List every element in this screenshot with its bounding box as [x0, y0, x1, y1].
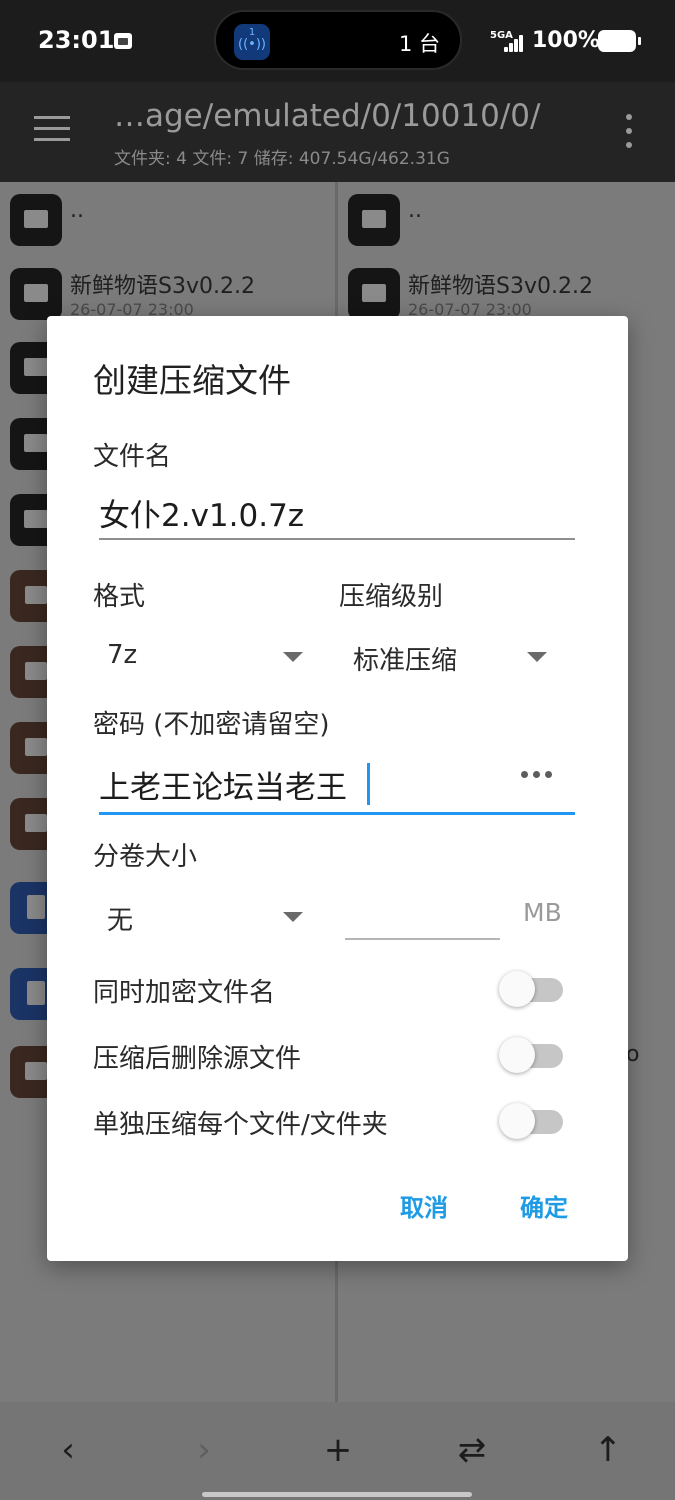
confirm-button[interactable]: 确定 [520, 1188, 568, 1223]
add-icon[interactable]: + [316, 1428, 360, 1472]
folder-icon [348, 268, 400, 320]
format-select[interactable]: 7z [103, 636, 307, 680]
battery-percent: 100% [532, 28, 600, 53]
delete-source-toggle[interactable] [499, 1034, 563, 1074]
split-size-label: 分卷大小 [93, 842, 198, 872]
status-bar: 23:01 1 ((•)) 1 台 5GA 100% [0, 0, 675, 82]
split-unit: MB [523, 898, 562, 927]
split-select[interactable]: 无 [103, 896, 307, 940]
home-indicator[interactable] [202, 1492, 472, 1497]
bottom-toolbar: ‹ › + ⇄ ↑ [0, 1402, 675, 1500]
file-row[interactable]: .. [0, 182, 335, 258]
filename-label: 文件名 [93, 442, 172, 472]
notification-icon [114, 33, 132, 49]
password-underline [99, 812, 575, 815]
file-name: .. [70, 198, 84, 223]
dialog-title: 创建压缩文件 [93, 361, 291, 400]
chevron-down-icon [283, 912, 303, 922]
dynamic-island[interactable]: 1 ((•)) 1 台 [214, 10, 462, 70]
folder-icon [10, 268, 62, 320]
chevron-down-icon [527, 652, 547, 662]
file-name: 新鲜物语S3v0.2.2 [70, 274, 255, 299]
split-value: 无 [107, 906, 134, 936]
compression-level-select[interactable]: 标准压缩 [349, 636, 553, 680]
up-directory-icon[interactable]: ↑ [586, 1428, 630, 1472]
truncated-file-text: o [626, 1042, 640, 1067]
folder-icon [348, 194, 400, 246]
format-label: 格式 [93, 582, 146, 612]
chevron-down-icon [283, 652, 303, 662]
encrypt-filenames-toggle[interactable] [499, 968, 563, 1008]
compress-separately-toggle[interactable] [499, 1100, 563, 1140]
delete-source-label: 压缩后删除源文件 [93, 1044, 302, 1074]
forward-icon[interactable]: › [182, 1428, 226, 1472]
file-name: .. [408, 198, 422, 223]
folder-icon [10, 194, 62, 246]
file-name: 新鲜物语S3v0.2.2 [408, 274, 593, 299]
password-input[interactable] [99, 758, 509, 810]
wave-icon: ((•)) [238, 37, 266, 52]
encrypt-filenames-label: 同时加密文件名 [93, 978, 276, 1008]
toggle-password-visibility-icon[interactable] [521, 771, 555, 781]
current-path[interactable]: …age/emulated/0/10010/0/ [114, 98, 540, 134]
filename-input[interactable] [99, 486, 569, 538]
cancel-button[interactable]: 取消 [400, 1188, 448, 1223]
filename-underline [99, 538, 575, 540]
clock: 23:01 [38, 26, 115, 54]
compress-separately-label: 单独压缩每个文件/文件夹 [93, 1110, 388, 1140]
battery-icon [598, 30, 641, 52]
text-cursor [367, 763, 370, 805]
split-size-underline [345, 938, 500, 940]
folder-stats: 文件夹: 4 文件: 7 储存: 407.54G/462.31G [114, 149, 450, 169]
swap-panes-icon[interactable]: ⇄ [450, 1428, 494, 1472]
compression-level-label: 压缩级别 [339, 582, 444, 612]
create-archive-dialog: 创建压缩文件 文件名 格式 压缩级别 7z 标准压缩 密码 (不加密请留空) 分… [47, 316, 628, 1261]
file-row[interactable]: .. [338, 182, 675, 258]
app-bar: …age/emulated/0/10010/0/ 文件夹: 4 文件: 7 储存… [0, 82, 675, 182]
island-count: 1 台 [398, 32, 440, 56]
signal-icon [504, 34, 526, 52]
back-icon[interactable]: ‹ [46, 1428, 90, 1472]
broadcast-icon: 1 ((•)) [234, 24, 270, 60]
format-value: 7z [107, 640, 138, 670]
password-label: 密码 (不加密请留空) [93, 710, 330, 740]
menu-icon[interactable] [34, 116, 70, 142]
compression-level-value: 标准压缩 [353, 646, 458, 676]
split-size-input[interactable] [347, 894, 497, 938]
more-options-icon[interactable] [624, 114, 634, 148]
